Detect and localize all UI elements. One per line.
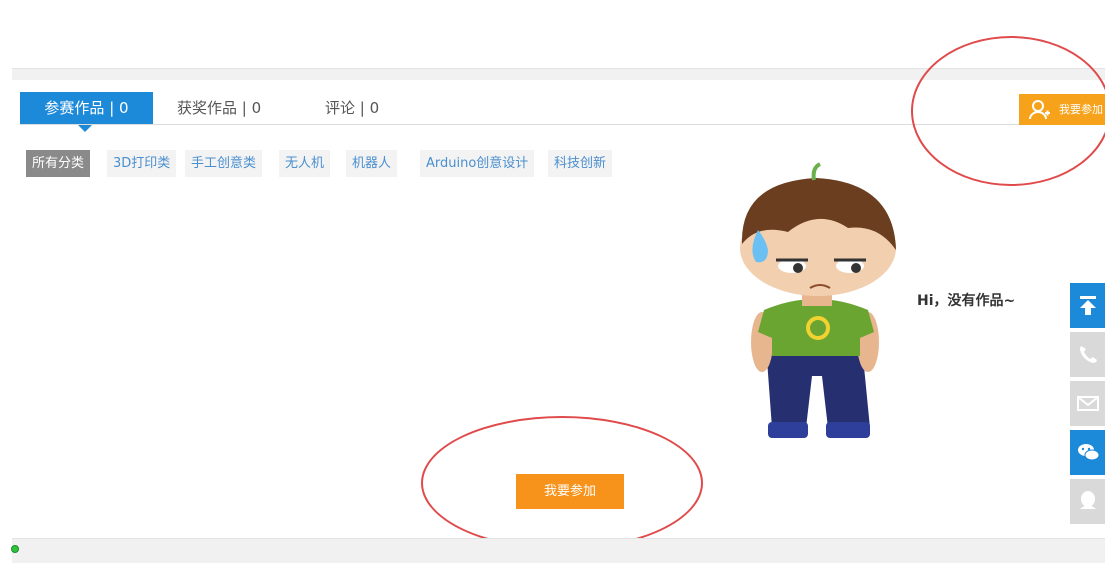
top-band	[12, 68, 1105, 80]
tab-comments[interactable]: 评论 | 0	[325, 92, 379, 125]
phone-button[interactable]	[1070, 332, 1105, 377]
join-button-top-label: 我要参加	[1059, 103, 1103, 116]
wechat-button[interactable]	[1070, 430, 1105, 475]
category-all[interactable]: 所有分类	[26, 150, 91, 177]
category-drone[interactable]: 无人机	[279, 150, 331, 177]
add-user-icon	[1029, 100, 1050, 120]
status-dot	[11, 545, 19, 553]
floating-toolbar	[1070, 283, 1105, 528]
wechat-icon	[1078, 444, 1099, 461]
tab-bar: 参赛作品 | 0 获奖作品 | 0 评论 | 0	[20, 92, 1105, 132]
bottom-band	[12, 538, 1105, 563]
tab-divider	[20, 124, 1105, 125]
phone-icon	[1080, 346, 1097, 363]
category-arduino[interactable]: Arduino创意设计	[420, 150, 535, 177]
category-3d-printing[interactable]: 3D打印类	[107, 150, 177, 177]
tab-awards[interactable]: 获奖作品 | 0	[177, 92, 261, 125]
mail-icon	[1077, 396, 1099, 411]
category-handcraft[interactable]: 手工创意类	[185, 150, 263, 177]
empty-state-message: Hi，没有作品~	[917, 293, 1016, 309]
back-to-top-icon	[1080, 296, 1096, 315]
qq-icon	[1080, 491, 1096, 509]
back-to-top-button[interactable]	[1070, 283, 1105, 328]
join-button-bottom[interactable]: 我要参加	[516, 474, 624, 509]
join-button-top[interactable]: 我要参加	[1019, 94, 1105, 125]
page: 参赛作品 | 0 获奖作品 | 0 评论 | 0 我要参加 所有分类 3D打印类…	[0, 0, 1105, 563]
empty-state-cartoon	[740, 162, 896, 438]
qq-button[interactable]	[1070, 479, 1105, 524]
category-robot[interactable]: 机器人	[346, 150, 398, 177]
mail-button[interactable]	[1070, 381, 1105, 426]
tab-entries[interactable]: 参赛作品 | 0	[20, 92, 153, 132]
category-tech-innovation[interactable]: 科技创新	[548, 150, 613, 177]
